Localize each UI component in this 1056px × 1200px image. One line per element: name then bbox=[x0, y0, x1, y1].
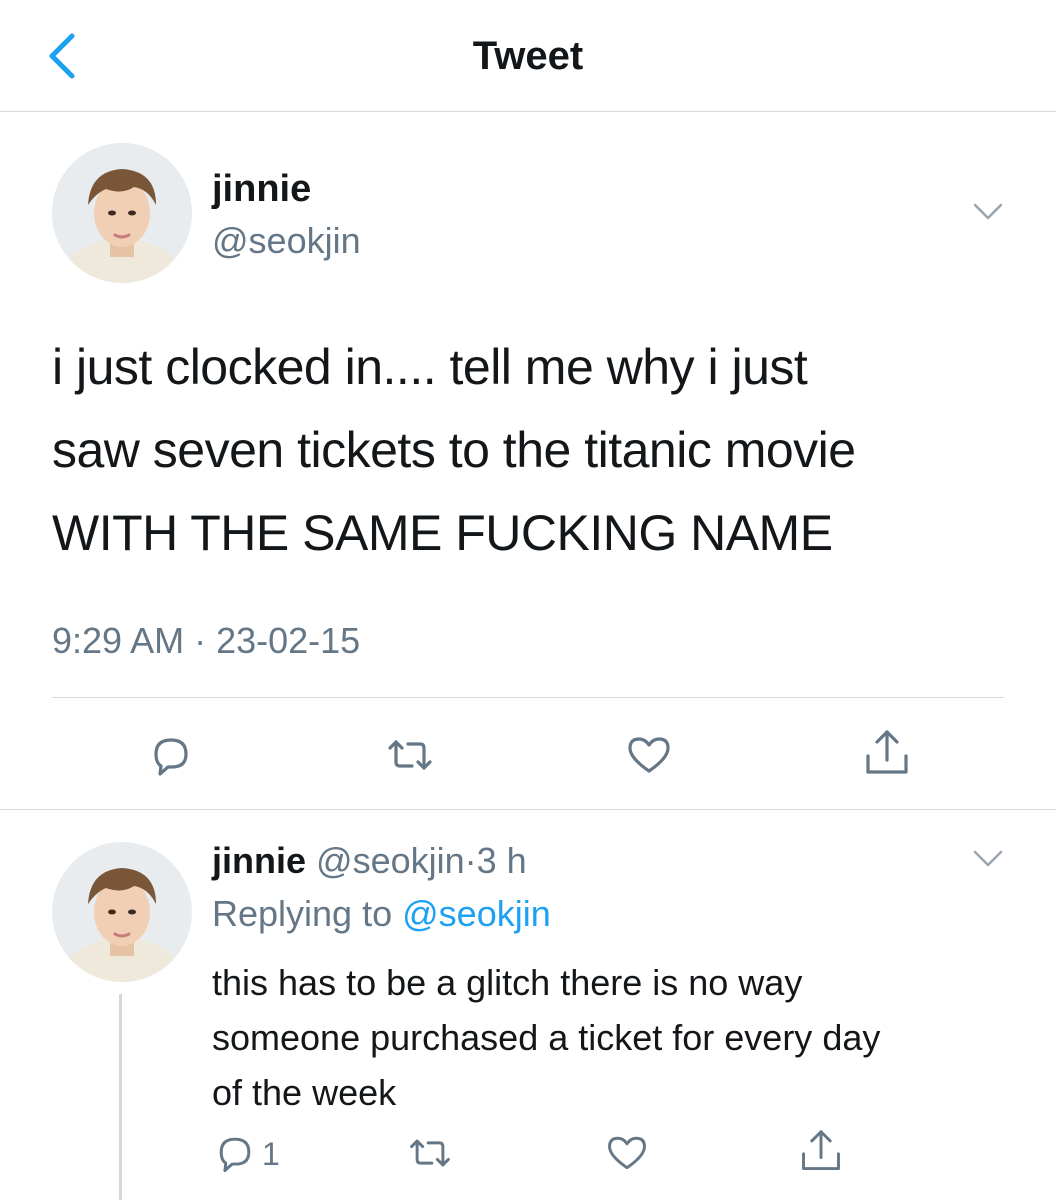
reply-icon bbox=[219, 1137, 251, 1172]
reply-button[interactable] bbox=[146, 730, 196, 780]
page-title: Tweet bbox=[472, 34, 584, 78]
avatar[interactable] bbox=[52, 143, 192, 283]
heart-icon bbox=[608, 1136, 646, 1170]
tweet-text-line: WITH THE SAME FUCKING NAME bbox=[52, 505, 833, 561]
share-icon bbox=[866, 730, 908, 774]
retweet-icon bbox=[388, 740, 432, 770]
user-handle[interactable]: @seokjin bbox=[212, 220, 361, 262]
tweet-text-line: i just clocked in.... tell me why i just bbox=[52, 339, 808, 395]
avatar-image bbox=[52, 143, 192, 283]
reply-text-line: someone purchased a ticket for every day bbox=[212, 1017, 881, 1058]
chevron-down-icon bbox=[973, 203, 1003, 220]
like-button[interactable] bbox=[624, 730, 674, 780]
display-name[interactable]: jinnie bbox=[212, 168, 311, 211]
reply-share-button[interactable] bbox=[798, 1128, 844, 1176]
share-button[interactable] bbox=[862, 728, 912, 780]
retweet-icon bbox=[410, 1139, 450, 1167]
reply-display-name[interactable]: jinnie bbox=[212, 840, 306, 881]
tweet-options-button[interactable] bbox=[972, 200, 1004, 224]
top-bar: Tweet bbox=[0, 0, 1056, 112]
reply-avatar[interactable] bbox=[52, 842, 192, 982]
tweet-timestamp: 9:29 AM · 23-02-15 bbox=[52, 620, 361, 661]
reply-count: 1 bbox=[262, 1136, 280, 1172]
chevron-down-icon bbox=[973, 850, 1003, 867]
retweet-button[interactable] bbox=[384, 730, 436, 780]
tweet-text-line: saw seven tickets to the titanic movie bbox=[52, 422, 856, 478]
reply-icon bbox=[154, 738, 188, 776]
replying-to: Replying to @seokjin bbox=[212, 893, 551, 935]
reply-retweet-button[interactable] bbox=[406, 1130, 454, 1176]
reply-header: jinnie @seokjin·3 h bbox=[212, 840, 527, 882]
tweet-text: i just clocked in.... tell me why i just… bbox=[52, 326, 1012, 575]
reply-time: 3 h bbox=[476, 840, 527, 881]
reply-text: this has to be a glitch there is no way … bbox=[212, 955, 1012, 1120]
thread-line bbox=[119, 994, 122, 1200]
separator-dot: · bbox=[464, 840, 477, 881]
reply-like-button[interactable] bbox=[604, 1130, 650, 1176]
avatar-image bbox=[52, 842, 192, 982]
share-icon bbox=[802, 1130, 840, 1171]
replying-to-label: Replying to bbox=[212, 893, 393, 934]
replying-to-handle[interactable]: @seokjin bbox=[402, 893, 551, 934]
reply-user-handle[interactable]: @seokjin bbox=[316, 840, 465, 881]
reply-text-line: of the week bbox=[212, 1072, 397, 1113]
divider bbox=[0, 809, 1056, 810]
reply-options-button[interactable] bbox=[972, 847, 1004, 871]
divider bbox=[52, 697, 1004, 698]
heart-icon bbox=[628, 737, 670, 773]
reply-text-line: this has to be a glitch there is no way bbox=[212, 962, 803, 1003]
reply-reply-button[interactable]: 1 bbox=[212, 1130, 302, 1176]
